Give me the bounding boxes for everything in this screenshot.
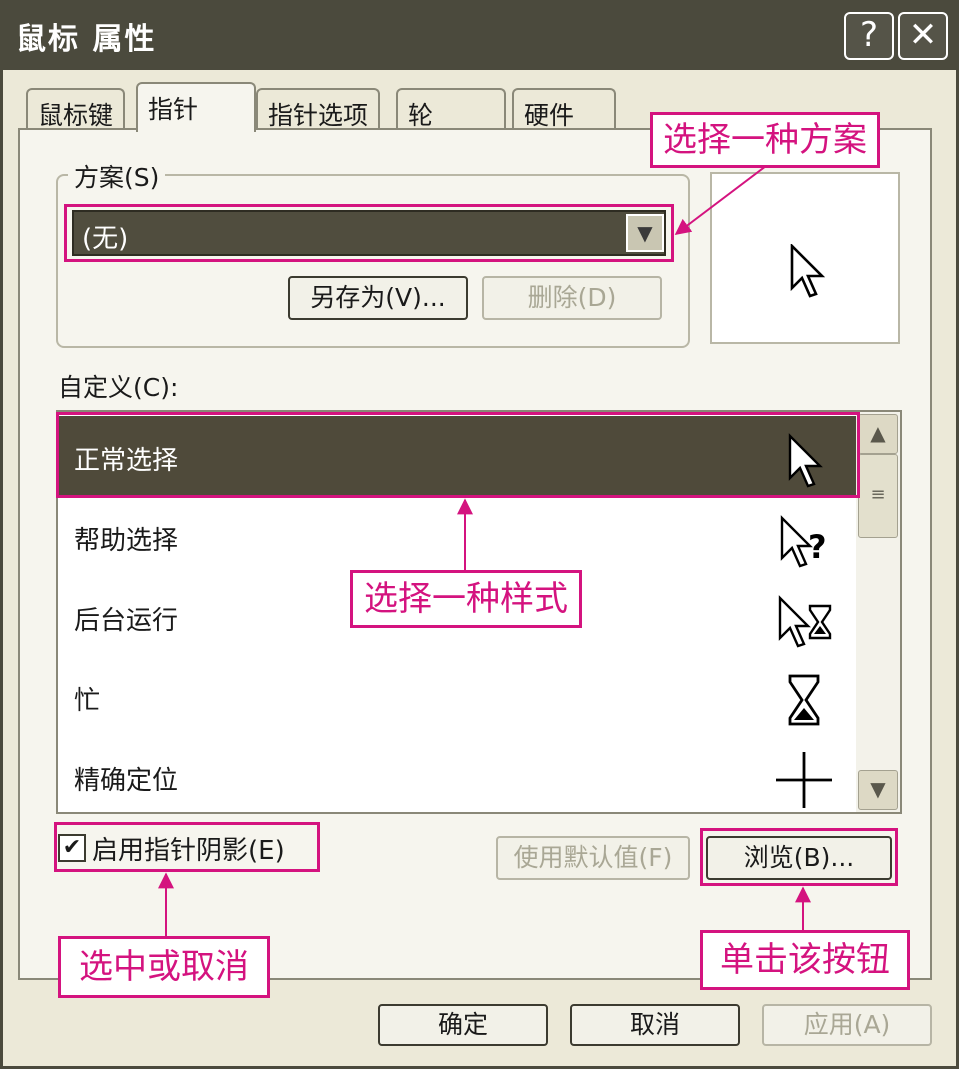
tab-pointers[interactable]: 指针 <box>136 82 256 132</box>
style-highlight <box>56 412 860 498</box>
list-item[interactable]: 忙 <box>58 656 862 738</box>
scroll-thumb[interactable]: ≡ <box>858 454 898 538</box>
apply-button[interactable]: 应用(A) <box>762 1004 932 1046</box>
list-item-label: 后台运行 <box>74 606 179 636</box>
working-in-background-icon <box>778 595 832 648</box>
tab-wheel[interactable]: 轮 <box>396 88 506 130</box>
help-pointer-icon: ? <box>780 515 827 568</box>
arrow-pointer-icon <box>790 244 826 298</box>
scheme-highlight <box>64 204 674 262</box>
scroll-up-icon[interactable]: ▲ <box>858 414 898 454</box>
close-button[interactable]: ✕ <box>898 12 948 60</box>
delete-button[interactable]: 删除(D) <box>482 276 662 320</box>
list-scrollbar[interactable]: ▲ ≡ ▼ <box>856 412 900 812</box>
hourglass-icon <box>788 674 820 726</box>
use-default-button[interactable]: 使用默认值(F) <box>496 836 690 880</box>
list-item-label: 忙 <box>74 686 101 716</box>
scheme-legend: 方案(S) <box>68 158 166 194</box>
scroll-down-icon[interactable]: ▼ <box>858 770 898 810</box>
list-item[interactable]: 精确定位 <box>58 736 862 812</box>
list-item-label: 精确定位 <box>74 766 179 796</box>
cancel-button[interactable]: 取消 <box>570 1004 740 1046</box>
tab-hardware[interactable]: 硬件 <box>512 88 616 130</box>
pointer-preview <box>710 172 900 344</box>
annotation-shadow-note: 选中或取消 <box>58 936 270 998</box>
shadow-highlight <box>54 822 320 872</box>
window-title: 鼠标 属性 <box>16 22 157 57</box>
save-as-button[interactable]: 另存为(V)... <box>288 276 468 320</box>
customize-label: 自定义(C): <box>58 373 179 402</box>
tab-buttons[interactable]: 鼠标键 <box>26 88 126 130</box>
svg-text:?: ? <box>808 528 827 566</box>
annotation-style-note: 选择一种样式 <box>350 570 582 628</box>
list-item-label: 帮助选择 <box>74 526 179 556</box>
list-item[interactable]: 帮助选择 ? <box>58 496 862 578</box>
help-button[interactable]: ? <box>844 12 894 60</box>
annotation-browse-note: 单击该按钮 <box>700 930 910 990</box>
crosshair-icon <box>776 752 832 808</box>
annotation-scheme-note: 选择一种方案 <box>650 112 880 168</box>
tab-pointer-options[interactable]: 指针选项 <box>256 88 381 130</box>
ok-button[interactable]: 确定 <box>378 1004 548 1046</box>
browse-highlight <box>700 828 898 886</box>
